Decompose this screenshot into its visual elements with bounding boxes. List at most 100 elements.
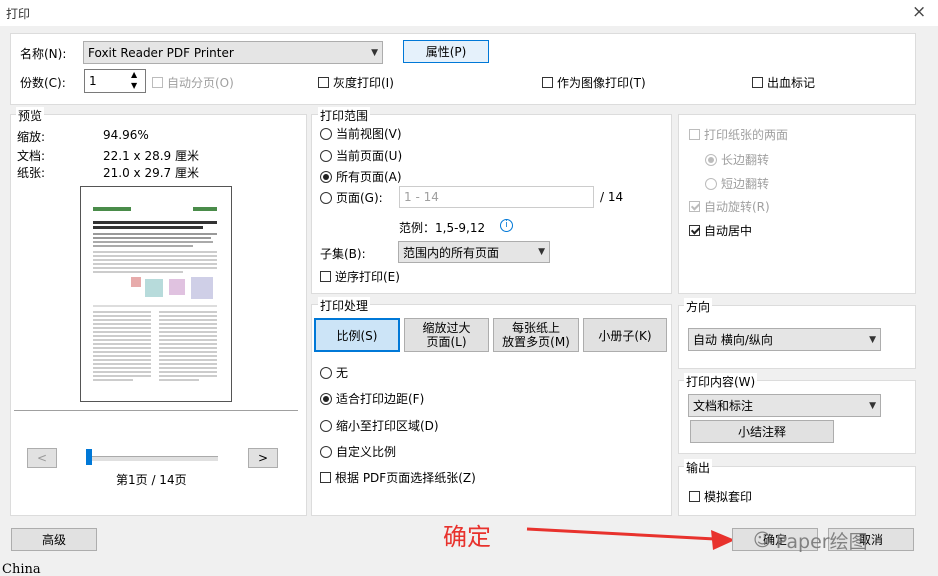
current-view-radio[interactable]: 当前视图(V) (320, 125, 402, 142)
all-pages-dot[interactable] (320, 170, 332, 183)
auto-center-label: 自动居中 (704, 224, 753, 238)
fit-margins-radio[interactable]: 适合打印边距(F) (320, 390, 424, 407)
collate-checkbox[interactable]: 自动分页(O) (152, 74, 234, 91)
content-select[interactable]: 文档和标注 ▼ (688, 394, 881, 417)
window-title: 打印 (6, 7, 31, 21)
choose-paper-checkbox[interactable]: 根据 PDF页面选择纸张(Z) (320, 469, 476, 486)
shrink-large-tab[interactable]: 缩放过大 页面(L) (404, 318, 489, 352)
custom-scale-label: 自定义比例 (336, 445, 397, 459)
orientation-value: 自动 横向/纵向 (693, 333, 773, 347)
shrink-large-line2: 页面(L) (426, 335, 467, 349)
annotation-text: 确定 (443, 523, 491, 551)
next-page-button[interactable]: > (248, 448, 278, 468)
copies-down-icon[interactable]: ▼ (131, 81, 137, 90)
chevron-down-icon: ▼ (869, 334, 876, 345)
both-sides-checkbox[interactable]: 打印纸张的两面 (689, 126, 788, 143)
current-page-dot[interactable] (320, 149, 332, 162)
simulate-box[interactable] (689, 491, 700, 502)
bottom-text: China (2, 563, 41, 576)
doc-size-label: 文档: (17, 149, 46, 163)
all-pages-radio[interactable]: 所有页面(A) (320, 168, 402, 185)
auto-center-box[interactable] (689, 225, 700, 236)
advanced-button[interactable]: 高级 (11, 528, 97, 551)
doc-size-value: 22.1 x 28.9 厘米 (103, 149, 199, 163)
shrink-area-radio[interactable]: 缩小至打印区域(D) (320, 417, 439, 434)
printer-select-value: Foxit Reader PDF Printer (88, 45, 234, 60)
close-icon[interactable]: × (912, 2, 926, 22)
grayscale-label: 灰度打印(I) (333, 76, 394, 90)
current-view-dot[interactable] (320, 127, 332, 140)
pages-dot[interactable] (320, 191, 332, 204)
shrink-large-line1: 缩放过大 (422, 321, 471, 335)
title-bar (0, 0, 938, 26)
bleed-box[interactable] (752, 77, 763, 88)
page-slider[interactable] (88, 456, 218, 461)
copies-up-icon[interactable]: ▲ (131, 70, 137, 79)
preview-divider (14, 410, 298, 411)
orientation-legend: 方向 (684, 298, 713, 315)
short-edge-dot[interactable] (705, 177, 717, 190)
collate-box[interactable] (152, 77, 163, 88)
long-edge-label: 长边翻转 (721, 153, 770, 167)
choose-paper-box[interactable] (320, 472, 331, 483)
prev-page-button[interactable]: < (27, 448, 57, 468)
copies-value: 1 (89, 74, 97, 88)
handling-legend: 打印处理 (318, 297, 371, 314)
bleed-checkbox[interactable]: 出血标记 (752, 74, 815, 91)
watermark-text: Paper绘图 (775, 531, 868, 553)
info-icon[interactable]: i (500, 219, 513, 232)
page-thumbnail (80, 186, 232, 402)
all-pages-label: 所有页面(A) (336, 170, 402, 184)
as-image-box[interactable] (542, 77, 553, 88)
none-label: 无 (336, 366, 349, 380)
custom-scale-radio[interactable]: 自定义比例 (320, 443, 396, 460)
orientation-select[interactable]: 自动 横向/纵向 ▼ (688, 328, 881, 351)
multiple-pages-tab[interactable]: 每张纸上 放置多页(M) (493, 318, 579, 352)
shrink-area-dot[interactable] (320, 419, 332, 432)
grayscale-box[interactable] (318, 77, 329, 88)
long-edge-radio[interactable]: 长边翻转 (705, 151, 769, 168)
summarize-button[interactable]: 小结注释 (690, 420, 834, 443)
auto-rotate-checkbox[interactable]: 自动旋转(R) (689, 198, 770, 215)
as-image-label: 作为图像打印(T) (557, 76, 646, 90)
custom-scale-dot[interactable] (320, 445, 332, 458)
grayscale-checkbox[interactable]: 灰度打印(I) (318, 74, 394, 91)
auto-center-checkbox[interactable]: 自动居中 (689, 222, 752, 239)
reverse-checkbox[interactable]: 逆序打印(E) (320, 268, 400, 285)
long-edge-dot[interactable] (705, 153, 717, 166)
page-slider-thumb[interactable] (86, 449, 92, 465)
properties-button[interactable]: 属性(P) (403, 40, 489, 63)
pages-radio[interactable]: 页面(G): (320, 189, 383, 206)
chevron-down-icon: ▼ (869, 400, 876, 411)
copies-label: 份数(C): (20, 76, 66, 90)
reverse-box[interactable] (320, 271, 331, 282)
pages-total: / 14 (600, 190, 624, 204)
subset-select[interactable]: 范围内的所有页面 ▼ (398, 241, 550, 263)
annotation-arrow (526, 527, 735, 550)
current-page-radio[interactable]: 当前页面(U) (320, 147, 402, 164)
current-view-label: 当前视图(V) (336, 127, 402, 141)
chevron-down-icon: ▼ (371, 47, 378, 58)
as-image-checkbox[interactable]: 作为图像打印(T) (542, 74, 646, 91)
both-sides-box[interactable] (689, 129, 700, 140)
simulate-checkbox[interactable]: 模拟套印 (689, 488, 752, 505)
fit-margins-dot[interactable] (320, 392, 332, 405)
watermark: ☺ Paper绘图 (753, 527, 868, 554)
short-edge-radio[interactable]: 短边翻转 (705, 175, 769, 192)
multiple-pages-line2: 放置多页(M) (502, 335, 570, 349)
none-radio[interactable]: 无 (320, 364, 348, 381)
subset-label: 子集(B): (320, 247, 366, 261)
pages-input[interactable]: 1 - 14 (399, 186, 594, 208)
content-value: 文档和标注 (693, 399, 754, 413)
printer-select[interactable]: Foxit Reader PDF Printer ▼ (83, 41, 383, 64)
auto-rotate-box[interactable] (689, 201, 700, 212)
both-sides-label: 打印纸张的两面 (704, 128, 789, 142)
zoom-label: 缩放: (17, 130, 46, 144)
chevron-down-icon: ▼ (538, 247, 545, 257)
reverse-label: 逆序打印(E) (335, 270, 400, 284)
short-edge-label: 短边翻转 (721, 177, 770, 191)
none-dot[interactable] (320, 366, 332, 379)
current-page-label: 当前页面(U) (336, 149, 403, 163)
scale-tab[interactable]: 比例(S) (314, 318, 400, 352)
booklet-tab[interactable]: 小册子(K) (583, 318, 667, 352)
